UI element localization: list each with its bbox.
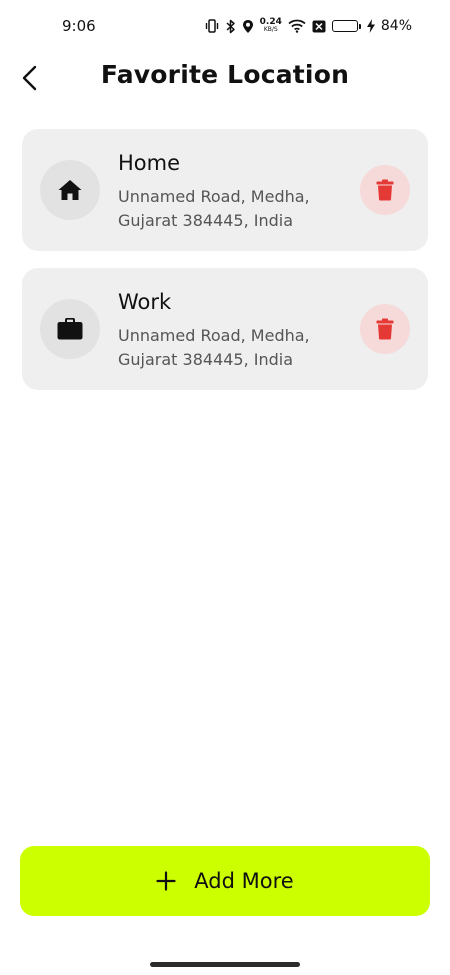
net-speed-unit: KB/S [263,26,278,33]
battery-icon [331,20,361,32]
page-title: Favorite Location [100,60,350,89]
location-address: Unnamed Road, Medha, Gujarat 384445, Ind… [118,326,310,369]
location-title: Home [118,151,181,175]
home-icon [58,180,82,200]
location-pin-icon [242,18,254,34]
location-address: Unnamed Road, Medha, Gujarat 384445, Ind… [118,187,310,230]
location-card-work[interactable]: Work Unnamed Road, Medha, Gujarat 384445… [22,268,428,390]
status-bar: 9:06 0.24 KB/S 84% [0,0,450,52]
status-icons: 0.24 KB/S 84% [204,18,412,34]
header: Favorite Location [0,52,450,106]
net-speed-value: 0.24 [259,17,282,27]
wifi-icon [288,18,306,34]
plus-icon [156,871,176,891]
delete-location-button[interactable] [360,165,410,215]
location-type-badge [40,299,100,359]
location-card-home[interactable]: Home Unnamed Road, Medha, Gujarat 384445… [22,129,428,251]
network-speed: 0.24 KB/S [260,18,282,34]
briefcase-icon [57,318,83,340]
trash-icon [376,179,394,201]
add-more-button[interactable]: Add More [20,846,430,916]
status-time: 9:06 [62,17,96,35]
notification-x-icon [312,18,326,34]
home-indicator[interactable] [150,962,300,967]
location-type-badge [40,160,100,220]
location-title: Work [118,290,172,314]
favorite-location-screen: 9:06 0.24 KB/S 84% Favorite Location Hom… [0,0,450,975]
battery-percent: 84% [380,18,412,34]
trash-icon [376,318,394,340]
delete-location-button[interactable] [360,304,410,354]
bluetooth-icon [226,18,236,34]
add-more-label: Add More [194,869,294,893]
favorite-location-list: Home Unnamed Road, Medha, Gujarat 384445… [22,129,428,407]
vibrate-icon [204,18,220,34]
charging-bolt-icon [366,18,375,34]
